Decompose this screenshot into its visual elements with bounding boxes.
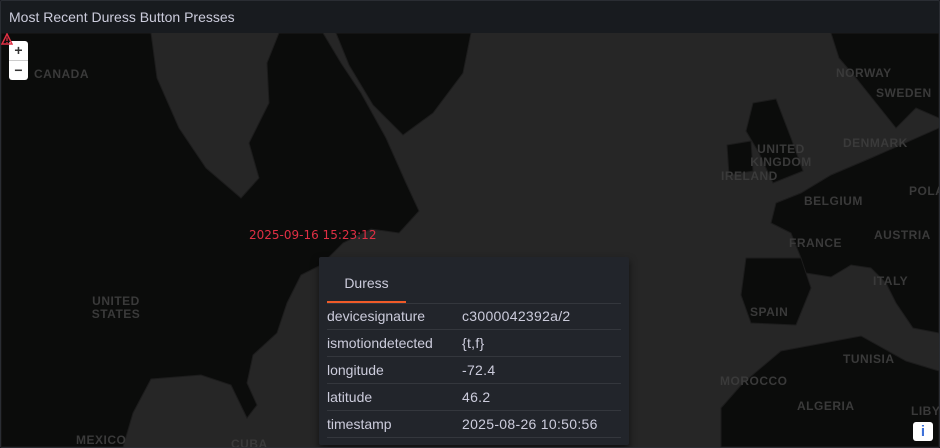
country-label: DENMARK — [843, 136, 908, 150]
warning-triangle-icon[interactable] — [1, 33, 13, 45]
country-label: LIBY — [911, 404, 939, 418]
country-label: NORWAY — [836, 66, 892, 80]
scandinavia-land — [830, 33, 939, 129]
data-tooltip: Duress devicesignature c3000042392a/2 ism… — [319, 257, 629, 445]
tab-duress[interactable]: Duress — [327, 271, 406, 304]
field-value: 2025-08-26 10:50:56 — [462, 416, 598, 432]
field-value: -72.4 — [462, 362, 496, 378]
country-label: ITALY — [873, 274, 909, 288]
country-label: MEXICO — [76, 433, 127, 447]
table-row: timestamp 2025-08-26 10:50:56 — [327, 411, 621, 438]
country-label: UNITED KINGDOM — [750, 142, 812, 169]
panel-header[interactable]: Most Recent Duress Button Presses — [1, 1, 939, 33]
panel-title: Most Recent Duress Button Presses — [9, 9, 235, 25]
field-value: c3000042392a/2 — [462, 308, 571, 324]
country-label: BELGIUM — [804, 194, 863, 208]
country-label: TUNISIA — [843, 352, 895, 366]
table-row: ismotiondetected {t,f} — [327, 330, 621, 357]
field-name: latitude — [327, 389, 373, 405]
country-label: ALGERIA — [797, 399, 855, 413]
country-label: FRANCE — [789, 236, 842, 250]
country-label: SWEDEN — [876, 86, 932, 100]
table-row: devicesignature c3000042392a/2 — [327, 303, 621, 330]
table-row: longitude -72.4 — [327, 357, 621, 384]
country-label: SPAIN — [750, 305, 789, 319]
geomap-panel: Most Recent Duress Button Presses CANADA… — [0, 0, 940, 448]
attribution-info-button[interactable]: i — [913, 422, 933, 441]
country-label: IRELAND — [721, 169, 778, 183]
africa-land — [720, 335, 939, 447]
country-label: UNITED STATES — [91, 294, 141, 321]
country-label: CANADA — [34, 67, 89, 81]
tooltip-table: devicesignature c3000042392a/2 ismotionde… — [327, 303, 621, 438]
country-label: CUBA — [231, 437, 268, 448]
country-label: AUSTRIA — [874, 228, 931, 242]
country-label: MOROCCO — [720, 374, 788, 388]
zoom-control: + − — [9, 41, 28, 80]
field-name: ismotiondetected — [327, 335, 433, 351]
field-name: timestamp — [327, 416, 392, 432]
table-row: latitude 46.2 — [327, 384, 621, 411]
marker-label: 2025-09-16 15:23:12 — [249, 228, 377, 242]
country-label: POLA — [909, 184, 939, 198]
field-value: {t,f} — [462, 335, 485, 351]
field-name: longitude — [327, 362, 384, 378]
field-value: 46.2 — [462, 389, 491, 405]
zoom-out-button[interactable]: − — [9, 60, 28, 80]
field-name: devicesignature — [327, 308, 426, 324]
